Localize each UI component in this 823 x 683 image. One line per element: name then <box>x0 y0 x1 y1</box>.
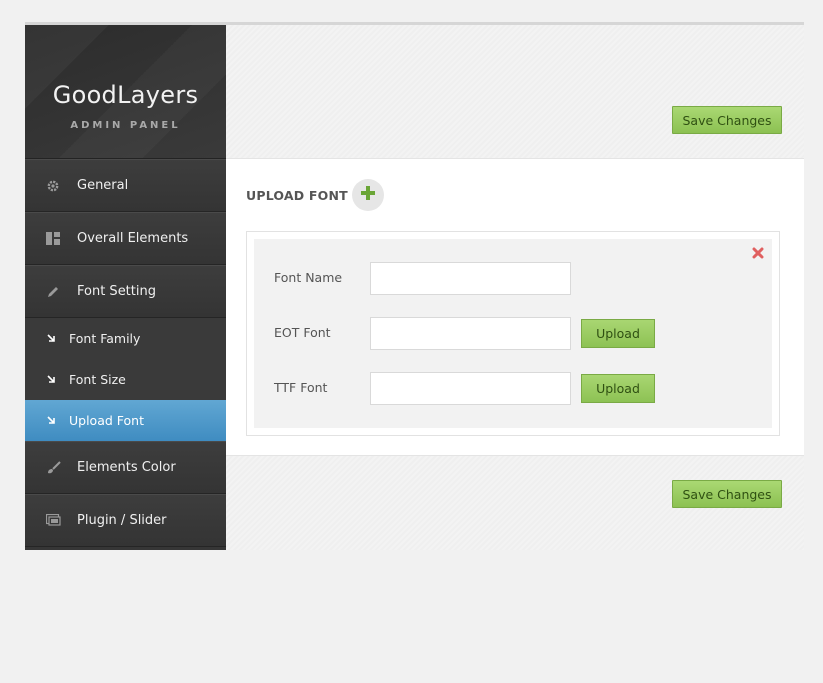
sidebar-item-font-setting[interactable]: Font Setting <box>25 265 226 318</box>
sidebar-item-label: General <box>77 178 129 193</box>
sidebar: GoodLayers ADMIN PANEL General Overall E… <box>25 25 226 550</box>
subitem-label: Font Size <box>69 372 126 387</box>
remove-font-button[interactable] <box>750 245 766 261</box>
sidebar-item-plugin-slider[interactable]: Plugin / Slider <box>25 494 226 547</box>
brand-subtitle: ADMIN PANEL <box>70 120 181 131</box>
main-area: Save Changes UPLOAD FONT Font Name EOT F… <box>226 25 804 550</box>
sidebar-item-label: Elements Color <box>77 460 176 475</box>
ttf-upload-button[interactable]: Upload <box>581 374 655 403</box>
brand-header: GoodLayers ADMIN PANEL <box>25 25 226 159</box>
subitem-upload-font[interactable]: Upload Font <box>25 400 226 441</box>
ttf-font-input[interactable] <box>370 372 571 405</box>
font-setting-submenu: Font Family Font Size Upload Font <box>25 318 226 441</box>
slider-icon <box>45 513 61 529</box>
subitem-label: Upload Font <box>69 413 144 428</box>
brush-icon <box>45 460 61 476</box>
subitem-font-family[interactable]: Font Family <box>25 318 226 359</box>
sidebar-item-label: Plugin / Slider <box>77 513 167 528</box>
eot-font-input[interactable] <box>370 317 571 350</box>
arrow-down-right-icon <box>47 334 57 343</box>
eot-font-label: EOT Font <box>274 325 331 340</box>
layout-icon <box>45 231 61 247</box>
sidebar-item-overall-elements[interactable]: Overall Elements <box>25 212 226 265</box>
sidebar-item-general[interactable]: General <box>25 159 226 212</box>
subitem-font-size[interactable]: Font Size <box>25 359 226 400</box>
gear-icon <box>45 178 61 194</box>
subitem-label: Font Family <box>69 331 141 346</box>
eot-upload-button[interactable]: Upload <box>581 319 655 348</box>
plus-icon <box>360 185 376 205</box>
section-title: UPLOAD FONT <box>246 188 348 203</box>
ttf-font-label: TTF Font <box>274 380 328 395</box>
content-panel: UPLOAD FONT Font Name EOT Font Upload TT… <box>226 158 804 456</box>
sidebar-item-label: Font Setting <box>77 284 156 299</box>
font-name-label: Font Name <box>274 270 343 285</box>
close-icon <box>752 244 764 263</box>
admin-frame: GoodLayers ADMIN PANEL General Overall E… <box>25 22 804 550</box>
save-changes-button-bottom[interactable]: Save Changes <box>672 480 782 508</box>
add-font-button[interactable] <box>352 179 384 211</box>
arrow-down-right-icon <box>47 375 57 384</box>
save-changes-button-top[interactable]: Save Changes <box>672 106 782 134</box>
font-upload-panel: Font Name EOT Font Upload TTF Font Uploa… <box>246 231 780 436</box>
sidebar-item-elements-color[interactable]: Elements Color <box>25 441 226 494</box>
sidebar-item-label: Overall Elements <box>77 231 189 246</box>
arrow-down-right-icon <box>47 416 57 425</box>
brand-logo: GoodLayers <box>52 81 199 109</box>
pencil-icon <box>45 284 61 300</box>
font-name-input[interactable] <box>370 262 571 295</box>
font-upload-panel-inner: Font Name EOT Font Upload TTF Font Uploa… <box>254 239 772 428</box>
